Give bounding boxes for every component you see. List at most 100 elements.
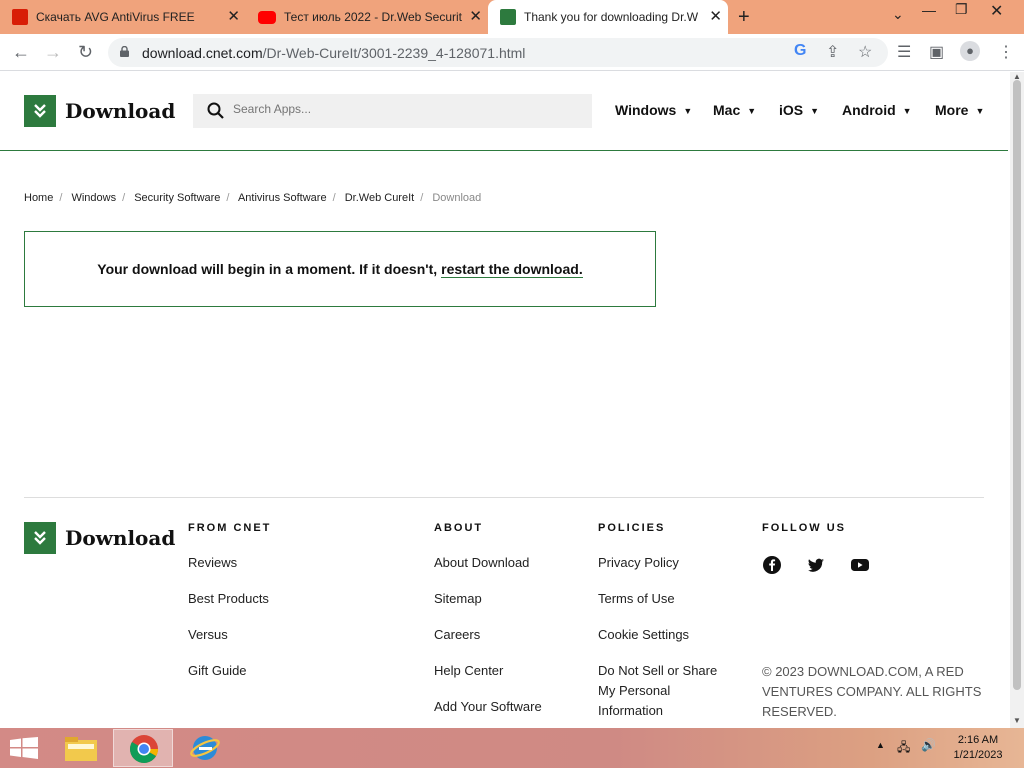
search-input[interactable] xyxy=(233,102,573,116)
logo-text: Download xyxy=(65,99,176,123)
reload-icon[interactable]: ↻ xyxy=(78,42,93,62)
google-icon[interactable]: G xyxy=(794,42,806,60)
caret-down-icon: ▼ xyxy=(975,106,985,117)
download-logo-icon xyxy=(24,95,56,127)
caret-down-icon: ▼ xyxy=(902,106,912,117)
footer-heading-follow-us: FOLLOW US xyxy=(762,522,846,534)
nav-label: Mac xyxy=(713,102,741,118)
footer-heading-about: ABOUT xyxy=(434,522,484,534)
tab-title: Тест июль 2022 - Dr.Web Securit xyxy=(284,10,463,24)
download-message: Your download will begin in a moment. If… xyxy=(97,261,438,277)
nav-label: iOS xyxy=(779,102,804,118)
scroll-down-icon[interactable]: ▼ xyxy=(1013,716,1021,725)
taskbar-clock[interactable]: 2:16 AM 1/21/2023 xyxy=(944,733,1012,763)
scroll-thumb[interactable] xyxy=(1013,80,1021,690)
footer-link-sitemap[interactable]: Sitemap xyxy=(434,589,482,609)
browser-toolbar: ← → ↻ download.cnet.com/Dr-Web-CureIt/30… xyxy=(0,34,1024,71)
profile-avatar-icon[interactable]: ● xyxy=(960,41,980,61)
forward-icon[interactable]: → xyxy=(44,42,62,62)
download-message-box: Your download will begin in a moment. If… xyxy=(24,231,656,307)
file-explorer-icon[interactable] xyxy=(64,734,98,762)
close-window-icon[interactable]: ✕ xyxy=(990,1,1003,21)
lock-icon xyxy=(120,46,129,57)
side-panel-icon[interactable]: ▣ xyxy=(929,42,944,62)
footer-link-gift-guide[interactable]: Gift Guide xyxy=(188,661,247,681)
youtube-icon[interactable] xyxy=(851,556,869,574)
bookmark-star-icon[interactable]: ☆ xyxy=(858,42,872,62)
new-tab-button[interactable]: + xyxy=(738,6,750,29)
nav-mac[interactable]: Mac ▼ xyxy=(713,102,756,118)
breadcrumb-home[interactable]: Home xyxy=(24,192,53,204)
tab-avg[interactable]: Скачать AVG AntiVirus FREE ✕ xyxy=(0,0,246,34)
download-logo-icon xyxy=(24,522,56,554)
footer-divider xyxy=(24,497,984,498)
nav-ios[interactable]: iOS ▼ xyxy=(779,102,819,118)
search-bar[interactable] xyxy=(193,94,592,128)
address-bar[interactable]: download.cnet.com/Dr-Web-CureIt/3001-223… xyxy=(108,38,888,67)
footer-link-versus[interactable]: Versus xyxy=(188,625,228,645)
footer-link-careers[interactable]: Careers xyxy=(434,625,480,645)
close-tab-icon[interactable]: ✕ xyxy=(469,9,482,25)
search-icon xyxy=(207,102,224,119)
footer-heading-policies: POLICIES xyxy=(598,522,666,534)
network-icon[interactable]: 🖧 xyxy=(897,738,910,759)
url-domain: download.cnet.com xyxy=(142,45,263,61)
clock-time: 2:16 AM xyxy=(957,734,999,746)
footer-link-reviews[interactable]: Reviews xyxy=(188,553,237,573)
footer-logo[interactable]: Download xyxy=(24,522,175,554)
page-scrollbar[interactable]: ▲ ▼ xyxy=(1010,72,1024,728)
site-logo[interactable]: Download xyxy=(24,95,175,127)
footer-link-terms-of-use[interactable]: Terms of Use xyxy=(598,589,675,609)
nav-more[interactable]: More ▼ xyxy=(935,102,984,118)
breadcrumb-current: Download xyxy=(432,192,482,204)
windows-start-icon[interactable] xyxy=(10,737,38,759)
internet-explorer-icon[interactable] xyxy=(189,733,221,763)
tab-title: Скачать AVG AntiVirus FREE xyxy=(36,10,195,24)
tab-search-icon[interactable]: ⌄ xyxy=(892,6,904,23)
breadcrumb-antivirus-software[interactable]: Antivirus Software xyxy=(238,192,327,204)
footer-link-do-not-sell[interactable]: Do Not Sell or Share My Personal Informa… xyxy=(598,661,738,721)
restore-icon[interactable]: ❐ xyxy=(955,1,968,18)
minimize-icon[interactable]: — xyxy=(922,2,936,18)
url-text: download.cnet.com/Dr-Web-CureIt/3001-223… xyxy=(142,45,525,61)
caret-down-icon: ▼ xyxy=(683,106,693,117)
youtube-favicon-icon xyxy=(258,10,276,24)
footer-link-cookie-settings[interactable]: Cookie Settings xyxy=(598,625,689,645)
close-tab-icon[interactable]: ✕ xyxy=(227,9,240,25)
logo-text: Download xyxy=(65,526,176,550)
footer-link-about-download[interactable]: About Download xyxy=(434,553,529,573)
footer-link-best-products[interactable]: Best Products xyxy=(188,589,269,609)
tab-youtube[interactable]: Тест июль 2022 - Dr.Web Securit ✕ xyxy=(246,0,488,34)
breadcrumb-windows[interactable]: Windows xyxy=(71,192,116,204)
reading-list-icon[interactable]: ☰ xyxy=(897,42,911,62)
breadcrumb-security-software[interactable]: Security Software xyxy=(134,192,220,204)
clock-date: 1/21/2023 xyxy=(953,749,1003,761)
footer-link-add-your-software[interactable]: Add Your Software xyxy=(434,697,542,717)
menu-kebab-icon[interactable]: ⋮ xyxy=(998,42,1014,62)
url-path: /Dr-Web-CureIt/3001-2239_4-128071.html xyxy=(262,45,526,61)
nav-label: Windows xyxy=(615,102,677,118)
share-icon[interactable]: ⇪ xyxy=(826,42,839,62)
tab-download[interactable]: Thank you for downloading Dr.W ✕ xyxy=(488,0,728,34)
chrome-taskbar-button[interactable] xyxy=(113,729,173,767)
twitter-icon[interactable] xyxy=(807,556,825,574)
volume-icon[interactable]: 🔊 xyxy=(921,738,936,752)
footer-link-help-center[interactable]: Help Center xyxy=(434,661,503,681)
restart-download-link[interactable]: restart the download. xyxy=(441,261,583,278)
windows-taskbar: ▲ 🖧 🔊 2:16 AM 1/21/2023 xyxy=(0,728,1024,768)
nav-windows[interactable]: Windows ▼ xyxy=(615,102,692,118)
footer-link-privacy-policy[interactable]: Privacy Policy xyxy=(598,553,679,573)
footer-heading-from-cnet: FROM CNET xyxy=(188,522,272,534)
browser-tab-strip: Скачать AVG AntiVirus FREE ✕ Тест июль 2… xyxy=(0,0,1024,34)
caret-down-icon: ▼ xyxy=(747,106,757,117)
chrome-icon xyxy=(129,735,158,763)
header-divider xyxy=(0,150,1008,151)
breadcrumb-drweb-cureit[interactable]: Dr.Web CureIt xyxy=(345,192,415,204)
nav-label: More xyxy=(935,102,969,118)
nav-android[interactable]: Android ▼ xyxy=(842,102,912,118)
close-tab-icon[interactable]: ✕ xyxy=(709,9,722,25)
tray-expand-icon[interactable]: ▲ xyxy=(876,740,885,750)
facebook-icon[interactable] xyxy=(763,556,781,574)
back-icon[interactable]: ← xyxy=(12,42,30,62)
copyright-text: © 2023 DOWNLOAD.COM, A RED VENTURES COMP… xyxy=(762,664,982,719)
